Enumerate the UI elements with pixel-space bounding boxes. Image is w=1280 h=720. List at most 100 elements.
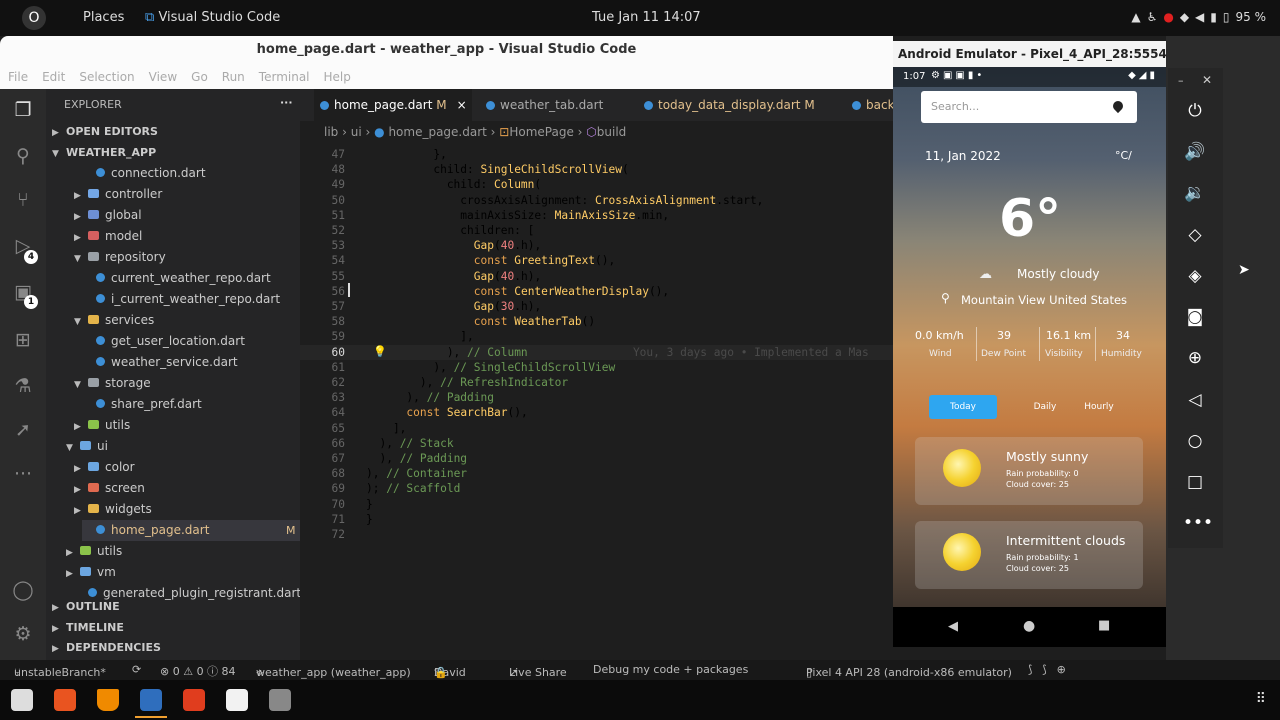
code-line[interactable]: 53 Gap(40.h),	[300, 238, 893, 253]
outline-section[interactable]: ▶ OUTLINE	[52, 596, 120, 617]
crumb-ui[interactable]: ui	[351, 125, 362, 139]
explorer-more-button[interactable]: ···	[280, 96, 293, 109]
code-line[interactable]: 55 Gap(40.h),	[300, 269, 893, 284]
sync-icon[interactable]: ⟳	[132, 663, 141, 676]
timeline-section[interactable]: ▶ TIMELINE	[52, 617, 124, 638]
testing-icon[interactable]: ⚗	[10, 375, 36, 399]
nav-recents-icon[interactable]: ■	[1098, 618, 1110, 633]
folder-item[interactable]: ▼ storage	[74, 373, 151, 394]
city-search-input[interactable]: Search...	[921, 91, 1137, 123]
files-icon[interactable]	[11, 689, 33, 711]
minimize-icon[interactable]: –	[1178, 74, 1184, 87]
clock[interactable]: Tue Jan 11 14:07	[592, 10, 701, 25]
menu-run[interactable]: Run	[222, 70, 245, 84]
menu-terminal[interactable]: Terminal	[259, 70, 310, 84]
tab-today[interactable]: Today	[929, 395, 997, 419]
debug-mode[interactable]: Debug my code + packages	[593, 663, 748, 676]
folder-item[interactable]: ▶ screen	[74, 478, 145, 499]
lightbulb-icon[interactable]: 💡	[373, 345, 387, 358]
camera-icon[interactable]: ◙	[1183, 305, 1207, 329]
phone-screen[interactable]: 1:07 ⚙▣▣▮• ◆◢▮ Search... 11, Jan 2022 °C…	[893, 67, 1166, 647]
file-item[interactable]: weather_service.dart	[82, 352, 238, 373]
folder-item[interactable]: ▶ utils	[74, 415, 130, 436]
explorer-icon[interactable]: ❐	[10, 99, 36, 123]
vlc-icon[interactable]	[97, 689, 119, 711]
file-item[interactable]: home_page.dart M	[82, 520, 300, 541]
code-line[interactable]: 51 mainAxisSize: MainAxisSize.min,	[300, 208, 893, 223]
menu-help[interactable]: Help	[324, 70, 351, 84]
code-line[interactable]: 50 crossAxisAlignment: CrossAxisAlignmen…	[300, 193, 893, 208]
problems-indicator[interactable]: ⊗ 0 ⚠ 0 ⓘ 84	[160, 663, 236, 679]
folder-item[interactable]: ▶ vm	[66, 562, 116, 583]
code-line[interactable]: 64 const SearchBar(),	[300, 405, 893, 420]
file-item[interactable]: current_weather_repo.dart	[82, 268, 271, 289]
close-icon[interactable]: ×	[457, 98, 467, 112]
code-line[interactable]: 52 children: [	[300, 223, 893, 238]
code-line[interactable]: 49 child: Column(	[300, 177, 893, 192]
more-options-icon[interactable]: •••	[1183, 511, 1213, 535]
open-editors-section[interactable]: ▶ OPEN EDITORS	[52, 121, 158, 142]
crumb-method[interactable]: build	[597, 125, 627, 139]
volume-down-icon[interactable]: 🔉	[1183, 181, 1207, 205]
code-line[interactable]: 71}	[300, 512, 893, 527]
menu-file[interactable]: File	[8, 70, 28, 84]
tab-hourly[interactable]: Hourly	[1065, 395, 1133, 419]
folder-item[interactable]: ▼ repository	[74, 247, 166, 268]
status-icons[interactable]: ⟆⟆⊕	[1028, 663, 1076, 676]
code-line[interactable]: 65 ],	[300, 421, 893, 436]
text-editor-icon[interactable]	[226, 689, 248, 711]
power-icon[interactable]: ⏻	[1183, 99, 1207, 123]
rotate-right-icon[interactable]: ◈	[1183, 264, 1207, 288]
system-tray[interactable]: ▲♿●◆◀▮▯95 %	[1131, 10, 1266, 24]
code-line[interactable]: 60 ), // Column You, 3 days ago • Implem…	[300, 344, 893, 360]
menu-edit[interactable]: Edit	[42, 70, 65, 84]
unit-toggle[interactable]: °C/	[1115, 149, 1132, 162]
code-line[interactable]: 57 Gap(30.h),	[300, 299, 893, 314]
tab-back[interactable]: back	[846, 89, 893, 121]
trash-icon[interactable]	[269, 689, 291, 711]
code-line[interactable]: 67 ), // Padding	[300, 451, 893, 466]
zoom-icon[interactable]: ⊕	[1183, 346, 1207, 370]
search-icon[interactable]: ⚲	[10, 145, 36, 169]
activities-button[interactable]: O	[22, 6, 46, 30]
nav-home-icon[interactable]: ●	[1023, 618, 1035, 634]
overview-icon[interactable]: □	[1183, 470, 1207, 494]
folder-item[interactable]: ▼ ui	[66, 436, 108, 457]
code-line[interactable]: 68), // Container	[300, 466, 893, 481]
folder-item[interactable]: ▶ widgets	[74, 499, 152, 520]
folder-item[interactable]: ▶ global	[74, 205, 142, 226]
extensions-icon[interactable]: ⊞	[10, 329, 36, 353]
folder-item[interactable]: ▶ utils	[66, 541, 122, 562]
file-item[interactable]: get_user_location.dart	[82, 331, 245, 352]
tab-weather-tab[interactable]: weather_tab.dart	[480, 89, 630, 121]
close-icon[interactable]: ✕	[1202, 73, 1212, 87]
folder-item[interactable]: ▶ color	[74, 457, 135, 478]
project-section[interactable]: ▼ WEATHER_APP	[52, 142, 156, 163]
forecast-card[interactable]: Mostly sunny Rain probability: 0 Cloud c…	[915, 437, 1143, 505]
code-line[interactable]: 59 ],	[300, 329, 893, 344]
show-apps-grid-icon[interactable]: ⠿	[1256, 691, 1266, 707]
code-line[interactable]: 48 child: SingleChildScrollView(	[300, 162, 893, 177]
dependencies-section[interactable]: ▶ DEPENDENCIES	[52, 637, 161, 658]
code-line[interactable]: 66 ), // Stack	[300, 436, 893, 451]
rotate-left-icon[interactable]: ◇	[1183, 223, 1207, 247]
file-item[interactable]: connection.dart	[82, 163, 206, 184]
file-item[interactable]: share_pref.dart	[82, 394, 202, 415]
settings-gear-icon[interactable]: ⚙	[10, 623, 36, 647]
menu-go[interactable]: Go	[191, 70, 208, 84]
crumb-file[interactable]: home_page.dart	[388, 125, 486, 139]
back-icon[interactable]: ◁	[1183, 388, 1207, 412]
code-line[interactable]: 61 ), // SingleChildScrollView	[300, 360, 893, 375]
code-line[interactable]: 70}	[300, 497, 893, 512]
code-line[interactable]: 47 },	[300, 147, 893, 162]
folder-item[interactable]: ▶ model	[74, 226, 142, 247]
home-icon[interactable]: ○	[1183, 429, 1207, 453]
crumb-class[interactable]: HomePage	[509, 125, 574, 139]
forecast-card[interactable]: Intermittent clouds Rain probability: 1 …	[915, 521, 1143, 589]
folder-item[interactable]: ▶ controller	[74, 184, 162, 205]
tab-today-data-display[interactable]: today_data_display.dart M	[638, 89, 818, 121]
vscode-taskbar-icon[interactable]	[140, 689, 162, 711]
location-pin-icon[interactable]	[1110, 98, 1126, 114]
places-menu[interactable]: Places	[83, 10, 124, 25]
more-icon[interactable]: ···	[10, 463, 36, 487]
